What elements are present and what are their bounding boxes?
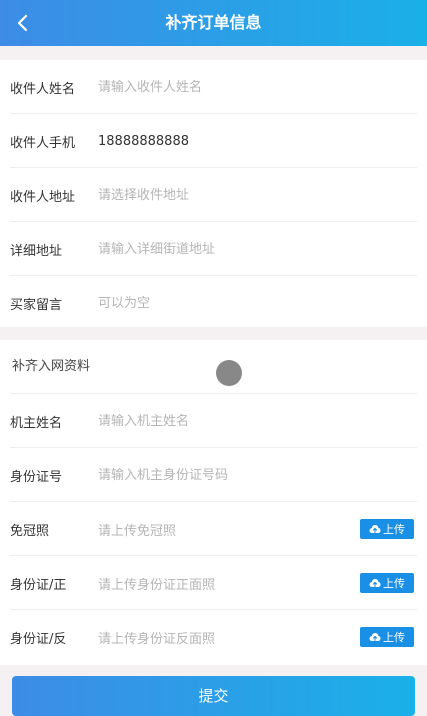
id-front-upload-button[interactable]: 上传: [360, 573, 414, 593]
recipient-address-row[interactable]: 收件人地址: [0, 168, 427, 222]
id-number-input[interactable]: [98, 467, 338, 483]
id-back-label: 身份证/反: [10, 631, 67, 647]
recipient-phone-label: 收件人手机: [10, 135, 76, 151]
loading-indicator: [216, 360, 242, 386]
id-back-upload-button[interactable]: 上传: [360, 627, 414, 647]
portrait-photo-label: 免冠照: [10, 523, 50, 539]
recipient-address-select[interactable]: [98, 187, 338, 203]
id-back-row: 身份证/反 请上传身份证反面照 上传: [0, 610, 427, 664]
cloud-upload-icon: [369, 579, 381, 587]
id-number-row: 身份证号: [0, 448, 427, 502]
id-front-hint: 请上传身份证正面照: [98, 577, 216, 593]
recipient-phone-row: 收件人手机: [0, 114, 427, 168]
page-title: 补齐订单信息: [165, 13, 262, 32]
recipient-name-label: 收件人姓名: [10, 81, 76, 97]
recipient-name-row: 收件人姓名: [0, 60, 427, 114]
portrait-upload-label: 上传: [383, 523, 405, 536]
id-front-label: 身份证/正: [10, 577, 67, 593]
detail-address-label: 详细地址: [10, 243, 63, 259]
buyer-message-input[interactable]: [98, 295, 338, 311]
submit-button[interactable]: 提交: [12, 676, 415, 716]
cloud-upload-icon: [369, 633, 381, 641]
buyer-message-label: 买家留言: [10, 297, 63, 313]
id-back-hint: 请上传身份证反面照: [98, 631, 216, 647]
owner-name-input[interactable]: [98, 413, 338, 429]
detail-address-row: 详细地址: [0, 222, 427, 276]
recipient-name-input[interactable]: [98, 79, 338, 95]
detail-address-input[interactable]: [98, 241, 338, 257]
recipient-address-label: 收件人地址: [10, 189, 76, 205]
id-number-label: 身份证号: [10, 469, 63, 485]
owner-name-label: 机主姓名: [10, 415, 63, 431]
order-info-card: 收件人姓名 收件人手机 收件人地址 详细地址 买家留言: [0, 60, 427, 327]
portrait-photo-hint: 请上传免冠照: [98, 523, 177, 539]
network-info-card: 补齐入网资料 机主姓名 身份证号 免冠照 请上传免冠照 上传 身份证/正 请上传…: [0, 340, 427, 665]
id-back-upload-label: 上传: [383, 631, 405, 644]
id-front-row: 身份证/正 请上传身份证正面照 上传: [0, 556, 427, 610]
id-front-upload-label: 上传: [383, 577, 405, 590]
owner-name-row: 机主姓名: [0, 394, 427, 448]
section-title: 补齐入网资料: [12, 359, 91, 374]
cloud-upload-icon: [369, 525, 381, 533]
chevron-left-icon: [17, 14, 28, 32]
portrait-upload-button[interactable]: 上传: [360, 519, 414, 539]
network-section-header: 补齐入网资料: [0, 340, 427, 394]
buyer-message-row: 买家留言: [0, 276, 427, 330]
back-button[interactable]: [0, 0, 46, 46]
header-bar: 补齐订单信息: [0, 0, 427, 46]
recipient-phone-input[interactable]: [98, 133, 338, 149]
portrait-photo-row: 免冠照 请上传免冠照 上传: [0, 502, 427, 556]
